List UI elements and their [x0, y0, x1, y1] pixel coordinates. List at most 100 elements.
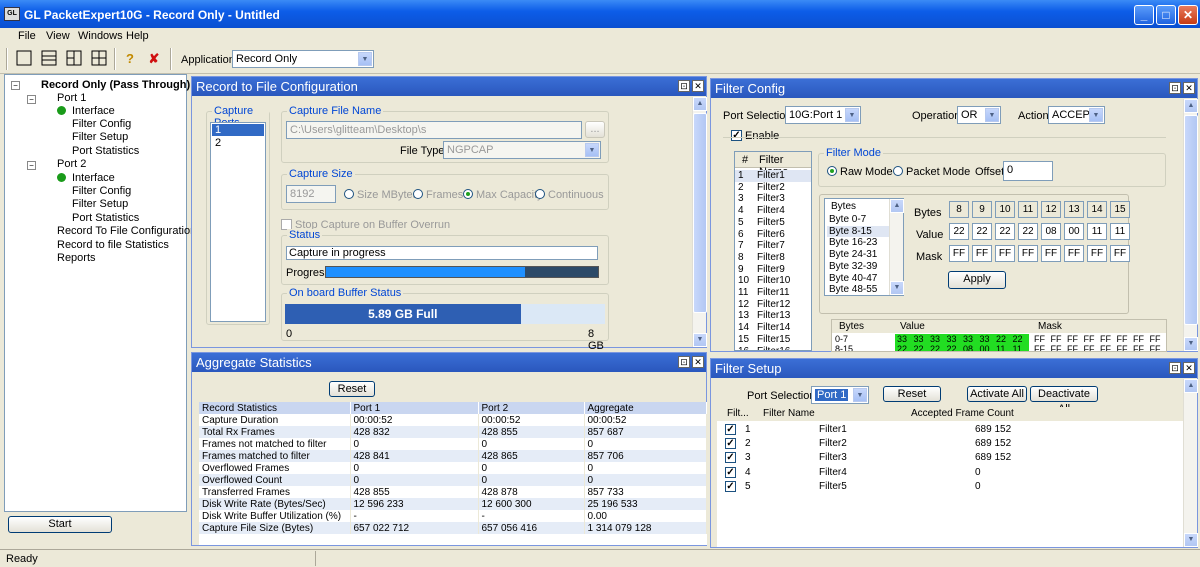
value-cell[interactable]: 11 [1087, 223, 1107, 240]
column-header[interactable]: Bytes [839, 321, 864, 332]
byte-range-item[interactable]: Byte 16-23 [827, 237, 889, 248]
column-header[interactable]: Filt... [727, 408, 749, 419]
minimize-button[interactable]: _ [1134, 5, 1154, 25]
grid-split-icon[interactable] [89, 50, 109, 68]
table-row[interactable]: ✓3Filter3689 152 [717, 451, 1183, 464]
aggregate-reset-button[interactable]: Reset [329, 381, 375, 397]
frames-radio[interactable]: Frames [413, 189, 463, 201]
table-row[interactable]: Transferred Frames428 855428 878857 733 [199, 486, 707, 498]
vertical-scrollbar[interactable]: ▲ ▼ [1183, 379, 1197, 547]
list-item[interactable]: 7Filter7 [735, 240, 812, 252]
tree-reports[interactable]: Reports [57, 252, 96, 264]
raw-mode-radio[interactable]: Raw Mode [827, 166, 893, 178]
capture-ports-list[interactable]: 1 2 [210, 122, 266, 322]
menu-windows[interactable]: Windows [78, 30, 123, 42]
port-selection-select[interactable]: 10G:Port 1 ▼ [785, 106, 861, 124]
close-button[interactable]: ✕ [1178, 5, 1198, 25]
enable-checkbox[interactable]: ✓ [731, 130, 742, 141]
scroll-up-icon[interactable]: ▲ [1184, 379, 1198, 393]
chevron-down-icon[interactable]: ▼ [1089, 108, 1103, 122]
vertical-scrollbar[interactable]: ▲ ▼ [889, 199, 903, 295]
table-row[interactable]: ✓1Filter1689 152 [717, 423, 1183, 436]
byte-range-item[interactable]: Byte 0-7 [827, 214, 889, 225]
byte-range-item[interactable]: Byte 24-31 [827, 249, 889, 260]
column-header[interactable]: Filter Name [763, 408, 815, 419]
byte-range-item[interactable]: Byte 48-55 [827, 284, 889, 295]
value-cell[interactable]: 22 [972, 223, 992, 240]
byte-range-item[interactable]: Byte 40-47 [827, 273, 889, 284]
column-header[interactable]: Mask [1038, 321, 1062, 332]
table-row[interactable]: Disk Write Buffer Utilization (%)--0.00 [199, 510, 707, 522]
vertical-scrollbar[interactable]: ▲ ▼ [692, 97, 706, 347]
menu-help[interactable]: Help [126, 30, 149, 42]
collapse-icon[interactable]: − [11, 81, 20, 90]
setup-reset-button[interactable]: Reset [883, 386, 941, 402]
table-row[interactable]: Total Rx Frames428 832428 855857 687 [199, 426, 707, 438]
start-button[interactable]: Start [8, 516, 112, 533]
list-item[interactable]: 8Filter8 [735, 252, 812, 264]
vertical-split-icon[interactable] [64, 50, 84, 68]
file-path-input[interactable]: C:\Users\glitteam\Desktop\s [286, 121, 582, 139]
chevron-down-icon[interactable]: ▼ [985, 108, 999, 122]
value-cell[interactable]: 00 [1064, 223, 1084, 240]
list-item[interactable]: 5Filter5 [735, 217, 812, 229]
file-type-select[interactable]: NGPCAP ▼ [443, 141, 601, 159]
tree-record-statistics[interactable]: Record to file Statistics [57, 239, 169, 251]
table-row[interactable]: Overflowed Frames000 [199, 462, 707, 474]
mask-cell[interactable]: FF [1041, 245, 1061, 262]
list-item[interactable]: 2Filter2 [735, 182, 812, 194]
column-header[interactable]: Record Statistics [199, 402, 350, 414]
table-row[interactable]: Frames matched to filter428 841428 86585… [199, 450, 707, 462]
menu-view[interactable]: View [46, 30, 70, 42]
column-header[interactable]: # [742, 154, 748, 166]
tree-port2-filter-config[interactable]: Filter Config [72, 185, 131, 197]
mask-cell[interactable]: FF [972, 245, 992, 262]
application-select[interactable]: Record Only ▼ [232, 50, 374, 68]
table-row[interactable]: ✓5Filter50 [717, 480, 1183, 493]
table-row[interactable]: Capture File Size (Bytes)657 022 712657 … [199, 522, 707, 534]
offset-input[interactable]: 0 [1003, 161, 1053, 181]
mask-cell[interactable]: FF [1087, 245, 1107, 262]
tree-port1-filter-setup[interactable]: Filter Setup [72, 131, 128, 143]
table-row[interactable]: ✓2Filter2689 152 [717, 437, 1183, 450]
table-row[interactable]: Disk Write Rate (Bytes/Sec)12 596 23312 … [199, 498, 707, 510]
list-item[interactable]: 14Filter14 [735, 322, 812, 334]
apply-button[interactable]: Apply [948, 271, 1006, 289]
close-icon[interactable]: ✕ [1183, 82, 1195, 94]
filter-active-checkbox[interactable]: ✓ [725, 438, 736, 449]
list-item[interactable]: 4Filter4 [735, 205, 812, 217]
size-mbytes-radio[interactable]: Size MBytes [344, 189, 418, 201]
table-row[interactable]: Capture Duration00:00:5200:00:5200:00:52 [199, 414, 707, 426]
vertical-scrollbar[interactable]: ▲ ▼ [1183, 99, 1197, 351]
scroll-thumb[interactable] [1184, 115, 1198, 325]
max-capacity-radio[interactable]: Max Capacity [463, 189, 543, 201]
pin-icon[interactable]: ⊡ [1169, 82, 1181, 94]
close-icon[interactable]: ✕ [1183, 362, 1195, 374]
mask-cell[interactable]: FF [1110, 245, 1130, 262]
mask-cell[interactable]: FF [1064, 245, 1084, 262]
horizontal-split-icon[interactable] [39, 50, 59, 68]
mask-cell[interactable]: FF [1018, 245, 1038, 262]
value-cell[interactable]: 11 [1110, 223, 1130, 240]
list-item[interactable]: 2 [211, 137, 265, 149]
value-cell[interactable]: 22 [949, 223, 969, 240]
continuous-radio[interactable]: Continuous [535, 189, 604, 201]
value-cell[interactable]: 08 [1041, 223, 1061, 240]
list-item[interactable]: 15Filter15 [735, 334, 812, 346]
byte-range-list[interactable]: BytesByte 0-7Byte 8-15Byte 16-23Byte 24-… [824, 198, 904, 296]
table-row[interactable]: Frames not matched to filter000 [199, 438, 707, 450]
collapse-icon[interactable]: − [27, 95, 36, 104]
scroll-up-icon[interactable]: ▲ [693, 97, 707, 111]
list-item[interactable]: 1Filter1 [735, 170, 812, 182]
tree-port2-port-statistics[interactable]: Port Statistics [72, 212, 139, 224]
list-item[interactable]: 3Filter3 [735, 193, 812, 205]
scroll-down-icon[interactable]: ▼ [1184, 337, 1198, 351]
filter-active-checkbox[interactable]: ✓ [725, 424, 736, 435]
chevron-down-icon[interactable]: ▼ [358, 52, 372, 66]
tree-record-config[interactable]: Record To File Configuration [57, 225, 196, 237]
tree-port2-filter-setup[interactable]: Filter Setup [72, 198, 128, 210]
filter-active-checkbox[interactable]: ✓ [725, 481, 736, 492]
byte-range-item[interactable]: Byte 32-39 [827, 261, 889, 272]
scroll-up-icon[interactable]: ▲ [890, 199, 904, 213]
list-item[interactable]: 12Filter12 [735, 299, 812, 311]
